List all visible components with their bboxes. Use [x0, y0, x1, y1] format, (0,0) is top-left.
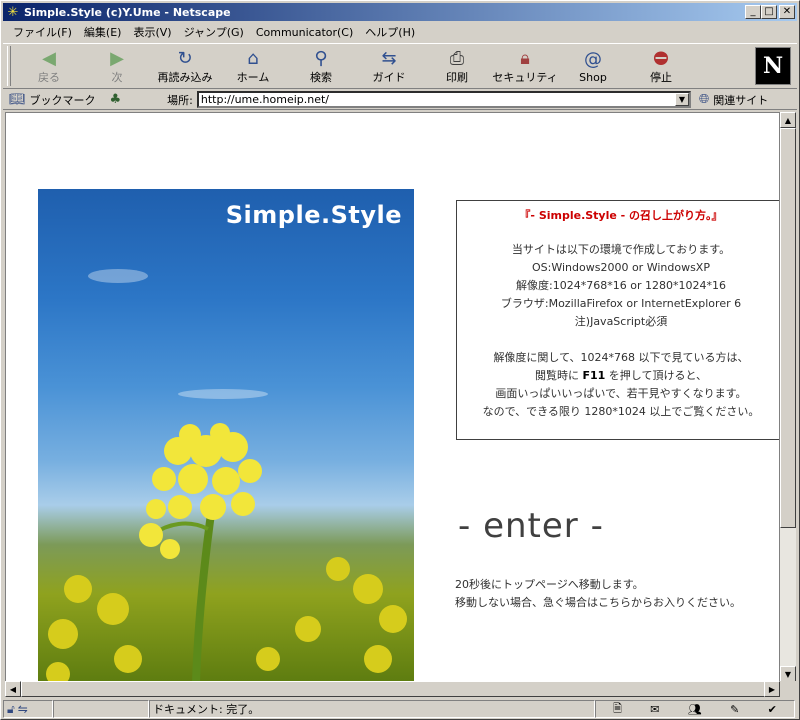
info-line: 画面いっぱいいっぱいで、若干見やすくなります。: [495, 387, 747, 400]
lock-icon: 🔒︎: [520, 47, 530, 69]
maximize-button[interactable]: □: [761, 5, 777, 19]
progress-cell: [53, 700, 149, 718]
horizontal-scroll-thumb[interactable]: [21, 681, 765, 697]
stop-button[interactable]: ⛔︎ 停止: [627, 44, 695, 88]
menu-bar: ファイル(F) 編集(E) 表示(V) ジャンプ(G) Communicator…: [3, 22, 797, 42]
print-button[interactable]: ⎙ 印刷: [423, 44, 491, 88]
page-proxy-icon[interactable]: ♣: [110, 92, 122, 107]
status-bar: 🔓︎ ⇋ ドキュメント: 完了。 🗎︎ ✉︎ 👥︎ ✎ ✔︎: [3, 699, 797, 719]
netscape-app-icon: ✳: [7, 4, 19, 20]
vertical-scroll-thumb[interactable]: [780, 128, 796, 528]
info-line: ブラウザ:MozillaFirefox or InternetExplorer …: [500, 297, 742, 310]
printer-icon: ⎙: [449, 47, 465, 69]
search-icon: ⚲: [314, 47, 328, 69]
reload-icon: ↻: [177, 47, 193, 69]
scroll-up-button[interactable]: ▲: [780, 112, 796, 128]
navigation-toolbar: ◀ 戻る ▶ 次 ↻ 再読み込み ⌂ ホーム ⚲ 検索 ⇆ ガイド ⎙ 印刷 🔒…: [3, 43, 797, 89]
bookmarks-button[interactable]: 📖︎ ブックマーク: [9, 92, 96, 108]
shop-bag-icon: @: [584, 49, 602, 70]
forward-arrow-icon: ▶: [110, 47, 124, 69]
forward-button[interactable]: ▶ 次: [83, 44, 151, 88]
netscape-logo[interactable]: N: [755, 47, 791, 85]
info-line: OS:Windows2000 or WindowsXP: [532, 261, 710, 274]
toolbar-grip[interactable]: [7, 46, 11, 86]
back-button[interactable]: ◀ 戻る: [15, 44, 83, 88]
minimize-button[interactable]: _: [745, 5, 761, 19]
vertical-scrollbar[interactable]: ▲ ▼: [780, 112, 796, 682]
status-text: ドキュメント: 完了。: [149, 700, 595, 718]
f11-key-label: F11: [582, 369, 606, 382]
enter-link[interactable]: - enter -: [458, 506, 604, 546]
menu-communicator[interactable]: Communicator(C): [250, 26, 359, 39]
info-line: なので、できる限り 1280*1024 以上でご覧ください。: [482, 405, 760, 418]
security-status-cell[interactable]: 🔓︎ ⇋: [3, 700, 53, 718]
scroll-right-button[interactable]: ▶: [764, 681, 780, 697]
home-icon: ⌂: [247, 47, 259, 69]
shop-button[interactable]: @ Shop: [559, 44, 627, 88]
location-toolbar: 📖︎ ブックマーク ♣ 場所: http://ume.homeip.net/ ▼…: [3, 90, 797, 110]
reload-button[interactable]: ↻ 再読み込み: [151, 44, 219, 88]
redirect-line[interactable]: 移動しない場合、急ぐ場合はこちらからお入りください。: [455, 594, 741, 612]
info-line: 当サイトは以下の環境で作成しております。: [511, 243, 731, 256]
redirect-notice: 20秒後にトップページへ移動します。 移動しない場合、急ぐ場合はこちらからお入り…: [455, 576, 741, 612]
related-sites-icon: 🌐︎: [698, 92, 710, 107]
url-dropdown-button[interactable]: ▼: [674, 93, 689, 106]
scrollbar-corner: [780, 681, 796, 697]
guide-signpost-icon: ⇆: [381, 47, 397, 69]
browser-window: ✳ Simple.Style (c)Y.Ume - Netscape _ □ ✕…: [0, 0, 800, 720]
home-button[interactable]: ⌂ ホーム: [219, 44, 287, 88]
scroll-left-button[interactable]: ◀: [5, 681, 21, 697]
close-button[interactable]: ✕: [779, 5, 795, 19]
component-bar: 🗎︎ ✉︎ 👥︎ ✎ ✔︎: [595, 700, 795, 718]
mail-icon[interactable]: ✉︎: [650, 703, 659, 716]
menu-go[interactable]: ジャンプ(G): [178, 24, 250, 40]
info-line: 注)JavaScript必須: [574, 315, 668, 328]
offline-icon[interactable]: ✔︎: [768, 703, 777, 716]
location-label: 場所:: [167, 93, 193, 107]
guide-button[interactable]: ⇆ ガイド: [355, 44, 423, 88]
window-title: Simple.Style (c)Y.Ume - Netscape: [24, 5, 231, 19]
search-button[interactable]: ⚲ 検索: [287, 44, 355, 88]
title-bar[interactable]: ✳ Simple.Style (c)Y.Ume - Netscape _ □ ✕: [3, 3, 797, 21]
url-text: http://ume.homeip.net/: [200, 93, 330, 106]
info-title: 『- Simple.Style - の召し上がり方。』: [519, 209, 723, 222]
stop-icon: ⛔︎: [653, 47, 669, 69]
page-content: Simple.Style 『- Simple.Style - の召し上がり方。』…: [5, 112, 780, 682]
redirect-line: 20秒後にトップページへ移動します。: [455, 578, 644, 591]
scroll-down-button[interactable]: ▼: [780, 666, 796, 682]
hero-image: Simple.Style: [38, 189, 414, 681]
security-button[interactable]: 🔒︎ セキュリティ: [491, 44, 559, 88]
info-line: 閲覧時に F11 を押して頂けると、: [534, 369, 708, 382]
environment-info-box: 『- Simple.Style - の召し上がり方。』 当サイトは以下の環境で作…: [456, 200, 779, 440]
window-controls: _ □ ✕: [745, 5, 795, 19]
menu-view[interactable]: 表示(V): [127, 24, 177, 40]
url-field[interactable]: http://ume.homeip.net/ ▼: [196, 91, 691, 108]
rapeseed-flower-illustration: [46, 423, 407, 681]
info-line: 解像度に関して、1024*768 以下で見ている方は、: [493, 351, 749, 364]
menu-edit[interactable]: 編集(E): [78, 24, 128, 40]
security-lock-icon: 🔓︎: [7, 701, 15, 716]
info-line: 解像度:1024*768*16 or 1280*1024*16: [516, 279, 726, 292]
horizontal-scrollbar[interactable]: ◀ ▶: [5, 681, 780, 697]
related-sites-button[interactable]: 🌐︎ 関連サイト: [699, 92, 768, 108]
connection-icon: ⇋: [17, 702, 28, 716]
back-arrow-icon: ◀: [42, 47, 56, 69]
menu-file[interactable]: ファイル(F): [7, 24, 78, 40]
navigator-icon[interactable]: 🗎︎: [613, 700, 622, 719]
bookmark-book-icon: 📖︎: [9, 92, 26, 107]
composer-icon[interactable]: ✎: [730, 703, 739, 716]
groups-icon[interactable]: 👥︎: [688, 703, 702, 716]
menu-help[interactable]: ヘルプ(H): [359, 24, 421, 40]
